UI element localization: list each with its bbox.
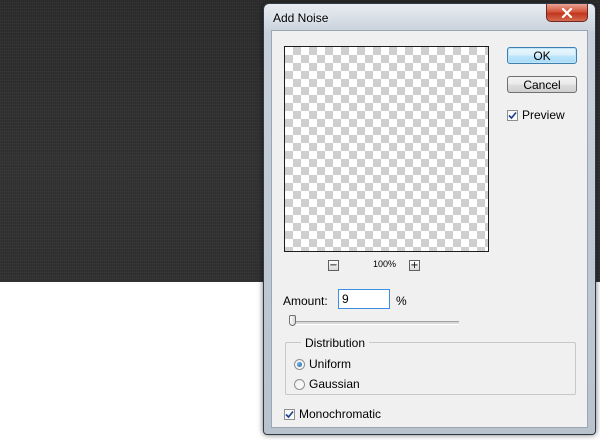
amount-slider-thumb[interactable]: [289, 315, 296, 326]
amount-unit: %: [396, 294, 407, 308]
gaussian-radio[interactable]: [294, 378, 305, 390]
dialog-client-area: − 100% + OK Cancel Preview Amount: % Dis…: [271, 30, 588, 428]
preview-image[interactable]: [284, 46, 489, 252]
gaussian-label: Gaussian: [309, 377, 360, 391]
zoom-in-button[interactable]: +: [409, 260, 420, 271]
cancel-button[interactable]: Cancel: [507, 76, 577, 93]
dialog-title: Add Noise: [273, 11, 329, 25]
distribution-title: Distribution: [301, 336, 370, 350]
monochromatic-label: Monochromatic: [299, 407, 382, 421]
amount-input[interactable]: [338, 289, 390, 309]
preview-label: Preview: [522, 108, 565, 122]
close-icon: [561, 7, 573, 18]
add-noise-dialog: Add Noise − 100% + OK Cancel Preview Amo…: [263, 3, 596, 435]
amount-slider-track[interactable]: [291, 321, 459, 325]
checkmark-icon: [508, 111, 517, 119]
monochromatic-checkbox[interactable]: [284, 408, 295, 420]
distribution-option-gaussian[interactable]: Gaussian: [294, 377, 360, 391]
monochromatic-option[interactable]: Monochromatic: [284, 407, 381, 421]
radio-selected-dot: [297, 361, 302, 367]
distribution-option-uniform[interactable]: Uniform: [294, 357, 351, 371]
zoom-level: 100%: [373, 259, 397, 269]
preview-checkbox[interactable]: [507, 109, 518, 121]
zoom-out-button[interactable]: −: [328, 260, 339, 271]
uniform-radio[interactable]: [294, 358, 305, 370]
ok-button[interactable]: OK: [507, 47, 577, 64]
close-button[interactable]: [546, 4, 588, 22]
preview-option[interactable]: Preview: [507, 108, 565, 122]
minus-icon: −: [329, 260, 338, 271]
plus-icon: +: [410, 260, 419, 271]
amount-label: Amount:: [283, 294, 328, 308]
checkmark-icon: [285, 410, 294, 418]
uniform-label: Uniform: [309, 357, 352, 371]
